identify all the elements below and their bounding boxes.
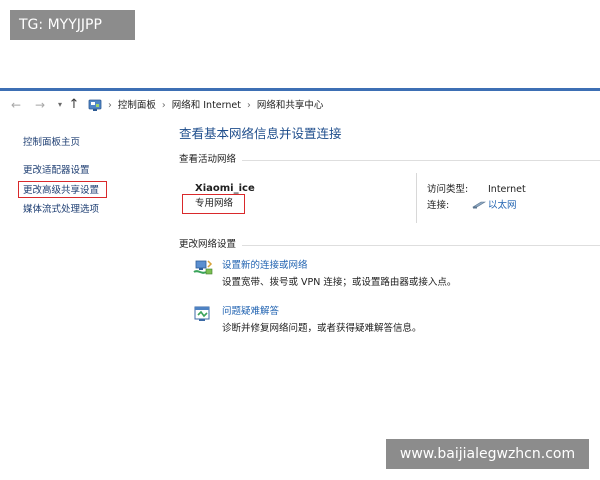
back-arrow-icon[interactable]: ← (8, 97, 24, 113)
breadcrumb-network-sharing-center[interactable]: 网络和共享中心 (257, 98, 324, 114)
new-connection-icon (193, 260, 213, 275)
address-bar: ← → ▾ ↑ › 控制面板 › 网络和 Internet › 网络和共享中心 (0, 94, 600, 118)
bottom-watermark-url: www.baijialegwzhcn.com (386, 439, 589, 469)
access-type-label: 访问类型: (427, 184, 469, 195)
highlight-box-advanced-sharing (18, 181, 107, 198)
setup-new-connection-desc: 设置宽带、拨号或 VPN 连接；或设置路由器或接入点。 (222, 277, 457, 288)
ethernet-icon (472, 201, 486, 209)
control-panel-icon (88, 99, 102, 111)
section-divider (242, 160, 600, 161)
access-type-value: Internet (488, 184, 526, 195)
connection-ethernet-link[interactable]: 以太网 (488, 199, 517, 212)
forward-arrow-icon[interactable]: → (32, 97, 48, 113)
highlight-box-network-type (182, 194, 245, 214)
active-networks-heading: 查看活动网络 (179, 154, 237, 165)
sidebar-item-media-streaming[interactable]: 媒体流式处理选项 (23, 203, 99, 216)
breadcrumb-separator: › (108, 100, 112, 111)
sidebar-item-adapter-settings[interactable]: 更改适配器设置 (23, 164, 90, 177)
troubleshoot-desc: 诊断并修复网络问题，或者获得疑难解答信息。 (222, 323, 422, 334)
breadcrumb: › 控制面板 › 网络和 Internet › 网络和共享中心 (108, 98, 323, 114)
breadcrumb-network-internet[interactable]: 网络和 Internet (172, 98, 241, 114)
page-title: 查看基本网络信息并设置连接 (179, 126, 342, 141)
sidebar-item-control-panel-home[interactable]: 控制面板主页 (23, 136, 80, 149)
network-info-divider (416, 173, 417, 223)
up-arrow-icon[interactable]: ↑ (66, 97, 82, 113)
top-watermark-label: TG: MYYJJPP (10, 10, 135, 40)
setup-new-connection-link[interactable]: 设置新的连接或网络 (222, 259, 308, 272)
breadcrumb-control-panel[interactable]: 控制面板 (118, 98, 156, 114)
breadcrumb-separator: › (161, 100, 166, 111)
window-accent-line (0, 88, 600, 91)
section-divider (242, 245, 600, 246)
change-settings-heading: 更改网络设置 (179, 239, 237, 250)
breadcrumb-separator: › (247, 100, 251, 111)
troubleshoot-icon (194, 306, 210, 321)
troubleshoot-link[interactable]: 问题疑难解答 (222, 305, 279, 318)
connection-label: 连接: (427, 200, 450, 211)
